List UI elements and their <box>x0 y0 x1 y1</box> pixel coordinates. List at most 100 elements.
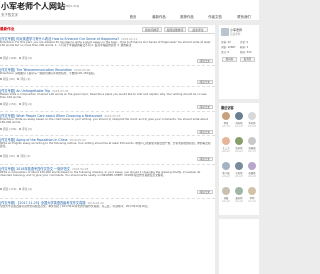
visit-time: 5月09日 <box>247 125 257 128</box>
article-item: [作文专题] 2018年英语专四作文范文 一篇好范文 2018-04-28 Wri… <box>0 166 215 196</box>
read-more-button[interactable]: 阅读全文 <box>196 130 213 134</box>
visitor-avatar[interactable] <box>248 137 256 145</box>
visit-time: 5月08日 <box>221 150 231 153</box>
read-count: 阅读 (136) <box>3 127 17 131</box>
article-item: [作文专题] Aging of the Population in China 2… <box>0 137 215 165</box>
article-excerpt: Directions: For this part, you are allow… <box>0 40 211 48</box>
stat-articles: 文章: 42 <box>221 41 231 44</box>
article-item: [作文专题] 【2017.11.25】全国大学英语四级考试作文真题 2018-04… <box>0 200 215 212</box>
visitor-item[interactable]: 张丽丽 5月07日 <box>246 137 258 153</box>
article-meta: 阅读 (136) 评论 (0) <box>0 127 170 131</box>
read-count: 阅读 (108) <box>3 56 17 60</box>
sort-by-time-button[interactable]: 按时间排序 <box>142 27 162 32</box>
visitor-avatar[interactable] <box>222 137 230 145</box>
nav-home[interactable]: 首页 <box>126 14 140 20</box>
stat-views: 浏览: 10687 <box>221 46 236 49</box>
sort-by-reads-button[interactable]: 按阅读量排序 <box>164 27 186 32</box>
comment-icon <box>19 188 22 190</box>
comment-count[interactable]: 评论 (0) <box>22 102 32 106</box>
visitor-avatar[interactable] <box>222 162 230 170</box>
send-message-button[interactable]: 发消息 <box>240 57 255 62</box>
latest-comments-button[interactable]: 最新评论 <box>188 27 208 32</box>
article-excerpt: Write a composition of about 150-200 wor… <box>0 170 201 178</box>
visitor-avatar[interactable] <box>235 162 243 170</box>
article-excerpt: Please write a composition of about 120 … <box>0 92 207 100</box>
article-item: [作文专题] 你对英语学习有什么看法 How to Enhance Our Se… <box>0 36 215 64</box>
stat-following: 关注: 0 <box>221 51 230 54</box>
visit-time: 5月05日 <box>247 175 257 178</box>
read-count: 阅读 (99) <box>3 77 15 81</box>
add-friend-button[interactable]: 加好友 <box>222 57 237 62</box>
divider <box>0 135 215 136</box>
sidebar-widget <box>219 219 259 274</box>
nav-contact[interactable]: 联系我们 <box>234 14 254 20</box>
divider <box>0 164 215 165</box>
visitor-item[interactable]: 王二小 5月08日 <box>220 137 232 153</box>
divider <box>0 198 215 199</box>
read-more-button[interactable]: 阅读全文 <box>196 105 213 109</box>
read-more-button[interactable]: 阅读全文 <box>196 80 213 84</box>
visit-time: 5月03日 <box>247 200 257 203</box>
visitor-item[interactable]: 李明 5月03日 <box>246 187 258 203</box>
visitor-item[interactable]: 张教授 5月05日 <box>246 162 258 178</box>
visitor-avatar[interactable] <box>248 187 256 195</box>
comment-count[interactable]: 评论 (0) <box>22 127 32 131</box>
visitor-item[interactable]: 黄老师 5月04日 <box>233 187 245 203</box>
article-excerpt: Write an English essay according to the … <box>0 141 211 149</box>
eye-icon <box>0 128 2 130</box>
visitor-avatar[interactable] <box>248 112 256 120</box>
article-list-panel: 最新作业 按时间排序 按阅读量排序 最新评论 [作文专题] 你对英语学习有什么看… <box>0 25 215 274</box>
eye-icon <box>0 78 2 80</box>
nav-recommended[interactable]: 推荐作品 <box>178 14 196 20</box>
site-url[interactable]: zhiyun.jiqiju.org <box>52 4 79 8</box>
visitor-avatar[interactable] <box>235 187 243 195</box>
visitor-avatar[interactable] <box>222 112 230 120</box>
visitor-avatar[interactable] <box>235 112 243 120</box>
comment-icon <box>19 128 22 130</box>
comment-icon <box>19 103 22 105</box>
visitor-avatar[interactable] <box>235 137 243 145</box>
visit-time: 5月11日 <box>221 125 231 128</box>
comment-count[interactable]: 评论 (0) <box>20 154 30 158</box>
divider <box>0 111 215 112</box>
visitor-avatar[interactable] <box>222 187 230 195</box>
comment-count[interactable]: 评论 (0) <box>22 56 32 60</box>
article-item: [作文专题] What People Care about When Choos… <box>0 113 215 137</box>
visit-time: 5月07日 <box>247 150 257 153</box>
visit-time: 5月06日 <box>221 175 231 178</box>
read-more-button[interactable]: 阅读全文 <box>196 59 213 63</box>
profile-title: 英语老师 <box>230 33 241 36</box>
visitor-avatar[interactable] <box>248 162 256 170</box>
read-more-button[interactable]: 阅读全文 <box>196 190 213 194</box>
visitor-item[interactable]: 陈小丽 5月06日 <box>220 162 232 178</box>
read-more-button[interactable]: 阅读全文 <box>196 157 213 161</box>
nav-author-docs[interactable]: 作者文档 <box>206 14 224 20</box>
stat-comments: 评论: 0 <box>240 41 249 44</box>
site-header: 小军老师个人网站 zhiyun.jiqiju.org 天下的文字 首页 最新作品… <box>0 0 259 20</box>
visitor-item[interactable]: 明哥 5月11日 <box>220 112 232 128</box>
article-meta: 阅读 (90) 评论 (0) <box>0 154 170 158</box>
recent-visitors-heading: 最近访客 <box>221 106 234 110</box>
visitor-item[interactable]: 李老师 5月09日 <box>246 112 258 128</box>
tab-bar: 最新作业 按时间排序 按阅读量排序 最新评论 <box>0 25 215 34</box>
tab-latest[interactable]: 最新作业 <box>0 27 14 32</box>
article-excerpt: Directions: 请根据以下提示写一篇题为通信革命的短文，字数在120-1… <box>0 71 97 75</box>
article-meta: 阅读 (99) 评论 (0) <box>0 77 170 81</box>
article-meta: 阅读 (154) 评论 (0) <box>0 102 170 106</box>
article-item: [作文专题] The Telecommunication Revolution 2… <box>0 67 215 87</box>
nav-latest[interactable]: 最新作品 <box>150 14 168 20</box>
visitor-item[interactable]: 许老师 5月05日 <box>233 162 245 178</box>
comment-icon <box>19 57 22 59</box>
read-count: 阅读 (176) <box>3 187 17 191</box>
eye-icon <box>0 57 2 59</box>
visitor-item[interactable]: 张老师 5月08日 <box>233 137 245 153</box>
divider <box>0 65 215 66</box>
comment-count[interactable]: 评论 (0) <box>22 187 32 191</box>
article-meta: 阅读 (108) 评论 (0) <box>0 56 170 60</box>
visitor-item[interactable]: 刘敏 5月04日 <box>220 187 232 203</box>
recent-visitors-panel: 最近访客 明哥 5月11日 孙老师 5月10日 李老师 5月09日王二小 5月08日 张老师 5… <box>219 103 259 215</box>
avatar[interactable] <box>221 28 229 36</box>
comment-count[interactable]: 评论 (0) <box>20 77 30 81</box>
visitor-item[interactable]: 孙老师 5月10日 <box>233 112 245 128</box>
visit-time: 5月04日 <box>221 200 231 203</box>
